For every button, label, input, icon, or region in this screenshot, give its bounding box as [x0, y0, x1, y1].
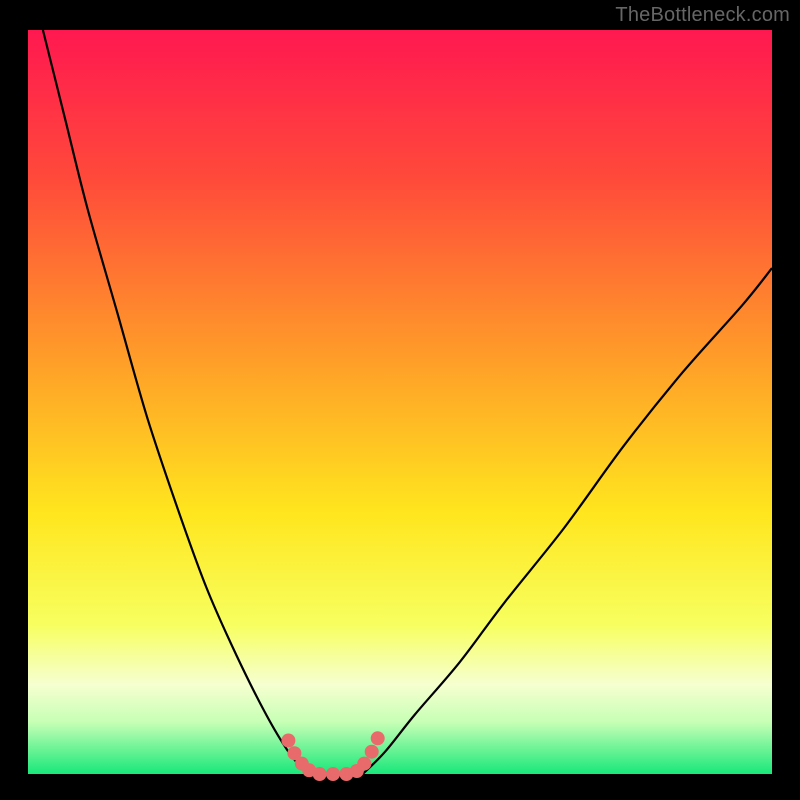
trough-marker-dot: [326, 767, 340, 781]
trough-marker-dot: [357, 757, 371, 771]
trough-marker-dot: [365, 745, 379, 759]
chart-frame: TheBottleneck.com: [0, 0, 800, 800]
watermark-text: TheBottleneck.com: [615, 4, 790, 27]
bottleneck-chart: [0, 0, 800, 800]
trough-marker-dot: [281, 734, 295, 748]
plot-area: [28, 30, 772, 774]
trough-marker-dot: [371, 731, 385, 745]
trough-marker-dot: [313, 767, 327, 781]
